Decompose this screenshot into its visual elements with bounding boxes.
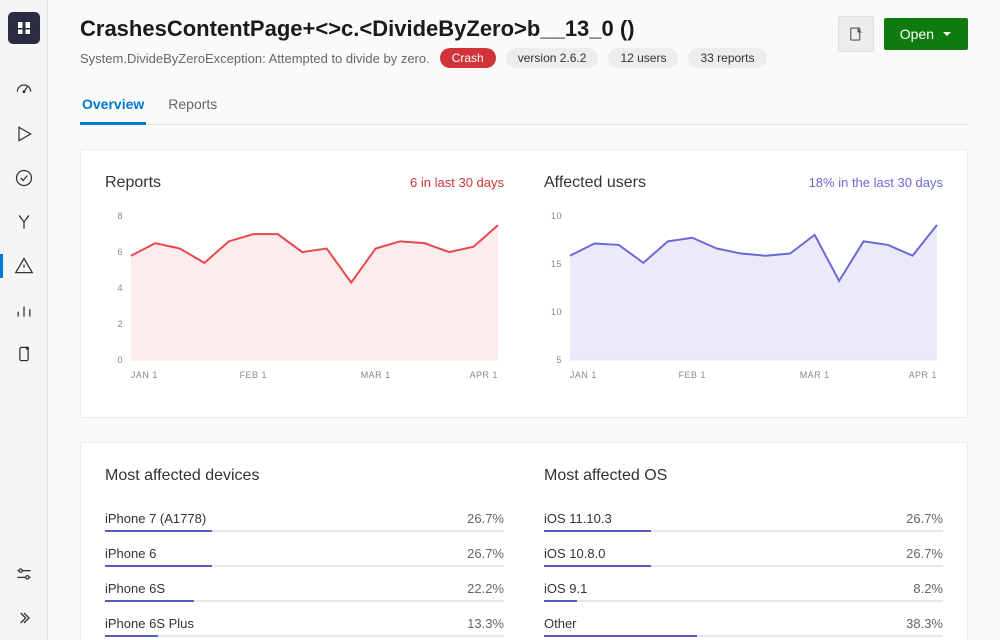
nav-settings[interactable] [0,552,48,596]
tab-reports[interactable]: Reports [166,88,219,125]
users-chart-title: Affected users [544,174,646,192]
nav-dashboard[interactable] [0,68,48,112]
os-bar [544,530,943,532]
svg-text:MAR 1: MAR 1 [361,370,391,380]
os-pct: 38.3% [906,616,943,631]
note-icon [847,25,865,43]
svg-text:2: 2 [117,319,123,329]
svg-text:MAR 1: MAR 1 [800,370,830,380]
reports-chart-badge: 6 in last 30 days [410,175,504,190]
svg-text:FEB 1: FEB 1 [240,370,267,380]
svg-text:8: 8 [117,211,123,221]
users-chart-badge: 18% in the last 30 days [809,175,943,190]
os-row: Other 38.3% [544,608,943,635]
nav-diagnostics[interactable] [0,244,48,288]
device-name: iPhone 6S Plus [105,616,194,631]
os-bar [544,635,943,637]
device-row: iPhone 6 26.7% [105,538,504,565]
svg-text:FEB 1: FEB 1 [679,370,706,380]
devices-list: Most affected devices iPhone 7 (A1778) 26… [105,467,504,640]
tab-overview[interactable]: Overview [80,88,146,125]
device-name: iPhone 6S [105,581,165,596]
gauge-icon [14,80,34,100]
app-logo[interactable] [8,12,40,44]
reports-chart: 8 6 4 2 0 JAN 1 FEB 1 MAR 1 APR 1 [105,208,504,388]
device-bar [105,530,504,532]
os-name: Other [544,616,577,631]
chip-crash: Crash [440,48,496,68]
device-icon [14,344,34,364]
sidebar [0,0,48,640]
device-row: iPhone 6S Plus 13.3% [105,608,504,635]
os-pct: 8.2% [913,581,943,596]
device-pct: 13.3% [467,616,504,631]
svg-text:4: 4 [117,283,123,293]
svg-text:15: 15 [551,259,562,269]
chip-users: 12 users [608,48,678,68]
device-bar [105,600,504,602]
check-circle-icon [14,168,34,188]
device-pct: 26.7% [467,546,504,561]
devices-title: Most affected devices [105,467,504,485]
chevron-down-icon [942,29,952,39]
os-name: iOS 11.10.3 [544,511,612,526]
os-title: Most affected OS [544,467,943,485]
chip-reports: 33 reports [688,48,766,68]
device-pct: 22.2% [467,581,504,596]
device-row: iPhone 6S 22.2% [105,573,504,600]
nav-collapse[interactable] [0,596,48,640]
device-name: iPhone 7 (A1778) [105,511,206,526]
page-title: CrashesContentPage+<>c.<DivideByZero>b__… [80,16,767,42]
svg-text:JAN 1: JAN 1 [131,370,158,380]
svg-text:APR 1: APR 1 [470,370,498,380]
svg-text:0: 0 [117,355,123,365]
os-pct: 26.7% [906,546,943,561]
open-button[interactable]: Open [884,18,968,50]
svg-text:10: 10 [551,307,562,317]
os-row: iOS 10.8.0 26.7% [544,538,943,565]
os-row: iOS 9.1 8.2% [544,573,943,600]
svg-text:10: 10 [551,211,562,221]
device-row: iPhone 7 (A1778) 26.7% [105,503,504,530]
branch-icon [14,212,34,232]
chevron-right-icon [14,608,34,628]
device-name: iPhone 6 [105,546,156,561]
main-content: CrashesContentPage+<>c.<DivideByZero>b__… [48,0,1000,640]
users-chart: 10 15 10 5 JAN 1 FEB 1 MAR 1 APR 1 [544,208,943,388]
bar-chart-icon [14,300,34,320]
os-bar [544,600,943,602]
os-list: Most affected OS iOS 11.10.326.7%iOS 10.… [544,467,943,640]
reports-chart-title: Reports [105,174,161,192]
device-pct: 26.7% [467,511,504,526]
nav-analytics[interactable] [0,288,48,332]
play-icon [14,124,34,144]
nav-test[interactable] [0,156,48,200]
svg-text:5: 5 [556,355,562,365]
os-name: iOS 9.1 [544,581,587,596]
open-button-label: Open [900,26,934,42]
svg-text:APR 1: APR 1 [909,370,937,380]
device-bar [105,565,504,567]
nav-distribute[interactable] [0,200,48,244]
alert-icon [14,256,34,276]
nav-push[interactable] [0,332,48,376]
device-bar [105,635,504,637]
os-bar [544,565,943,567]
os-pct: 26.7% [906,511,943,526]
sliders-icon [14,564,34,584]
exception-message: System.DivideByZeroException: Attempted … [80,51,430,66]
chip-version: version 2.6.2 [506,48,599,68]
nav-build[interactable] [0,112,48,156]
svg-text:6: 6 [117,247,123,257]
os-row: iOS 11.10.3 26.7% [544,503,943,530]
annotate-button[interactable] [838,16,874,52]
os-name: iOS 10.8.0 [544,546,605,561]
svg-text:JAN 1: JAN 1 [570,370,597,380]
